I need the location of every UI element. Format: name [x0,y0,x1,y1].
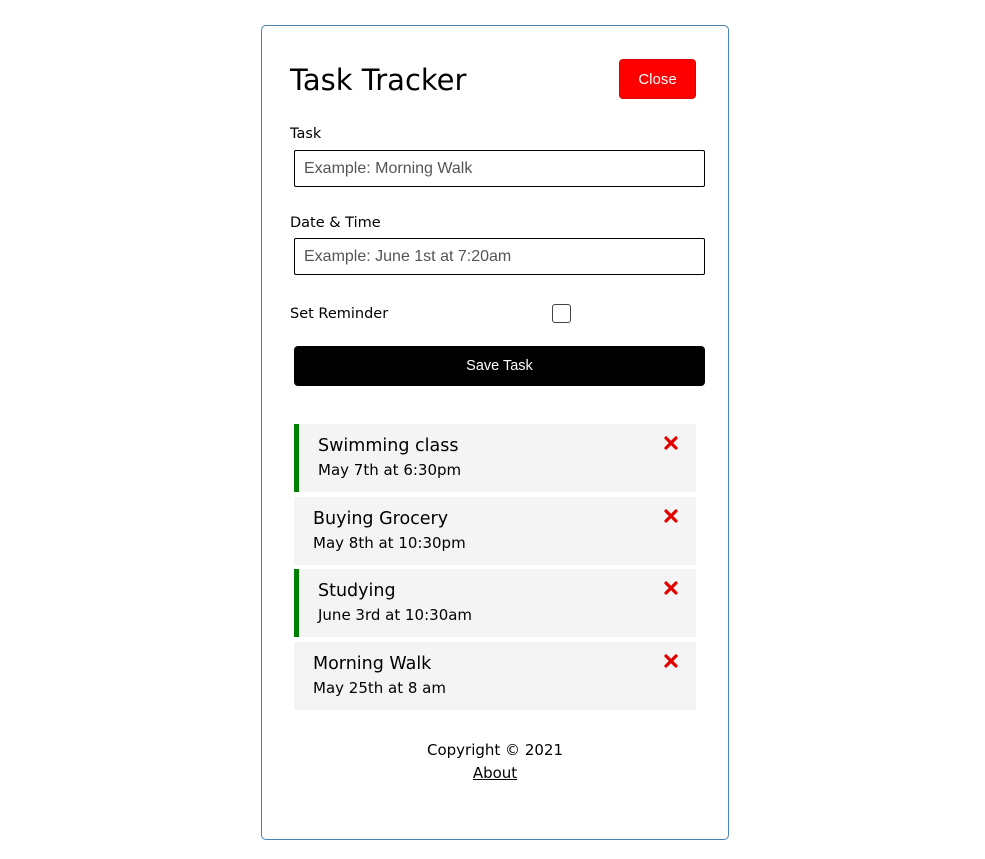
task-list: Swimming class May 7th at 6:30pm Buying … [294,424,696,714]
task-day: May 25th at 8 am [313,678,446,697]
task-label: Task [290,126,322,142]
task-day: June 3rd at 10:30am [318,606,473,624]
task-item[interactable]: Morning Walk May 25th at 8 am [294,641,696,710]
page-title: Task Tracker [290,63,467,97]
task-day: May 8th at 10:30pm [313,533,466,552]
about-link[interactable]: About [473,763,517,783]
task-item[interactable]: Swimming class May 7th at 6:30pm [294,424,696,492]
delete-x-icon[interactable] [663,508,679,524]
task-title: Studying [318,581,396,601]
close-button[interactable]: Close [619,59,696,99]
datetime-label: Date & Time [290,215,381,231]
task-title: Buying Grocery [313,508,449,529]
reminder-checkbox[interactable] [552,304,571,323]
delete-x-icon[interactable] [663,580,679,596]
task-day: May 7th at 6:30pm [318,461,462,479]
delete-x-icon[interactable] [663,653,679,669]
task-input[interactable] [294,150,705,187]
task-item[interactable]: Buying Grocery May 8th at 10:30pm [294,496,696,565]
task-title: Morning Walk [313,653,432,674]
task-item[interactable]: Studying June 3rd at 10:30am [294,569,696,637]
footer: Copyright © 2021 About [262,740,728,783]
reminder-label: Set Reminder [290,306,389,322]
task-tracker-container: Task Tracker Close Task Date & Time Set … [261,25,729,840]
copyright-text: Copyright © 2021 [426,741,563,759]
datetime-input[interactable] [294,238,705,275]
header: Task Tracker Close [290,59,696,101]
delete-x-icon[interactable] [663,435,679,451]
task-title: Swimming class [318,436,459,456]
save-task-button[interactable]: Save Task [294,346,705,386]
